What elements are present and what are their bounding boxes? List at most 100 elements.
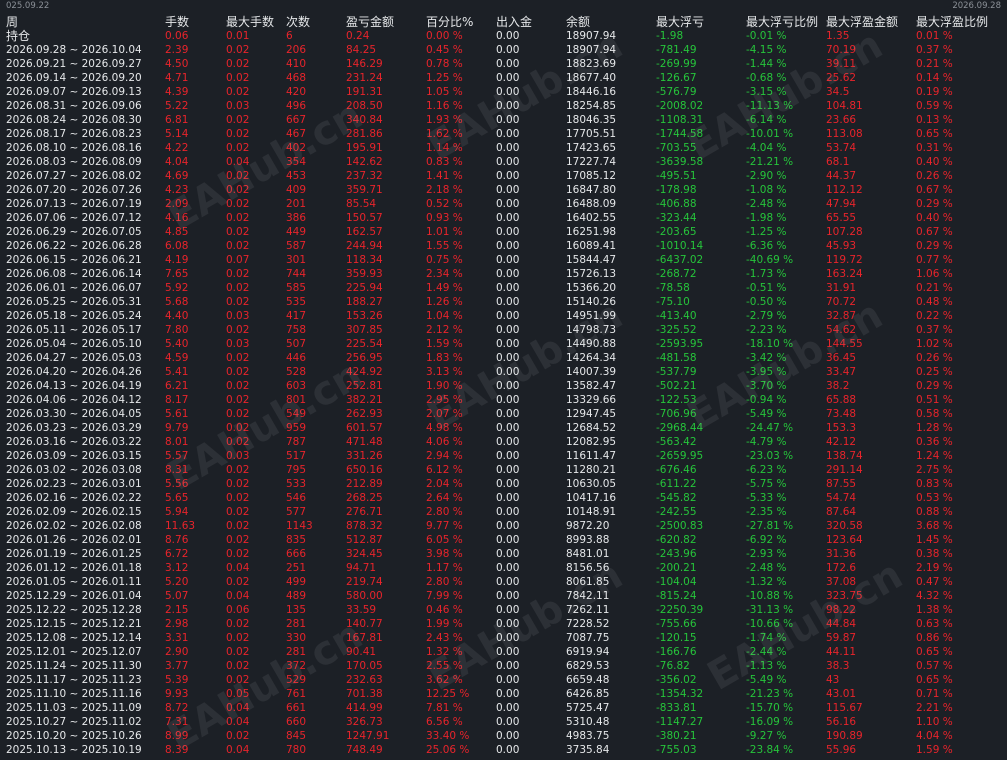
cell-deposit: 0.00	[496, 170, 520, 182]
cell-balance: 12947.45	[566, 408, 617, 420]
cell-max-float-profit-ratio: 1.06 %	[916, 268, 953, 280]
cell-max-float-loss-ratio: -1.73 %	[746, 268, 787, 280]
cell-max-float-profit: 39.11	[826, 58, 857, 70]
cell-percent: 1.05 %	[426, 86, 463, 98]
cell-deposit: 0.00	[496, 114, 520, 126]
table-row: 2026.07.06 ~ 2026.07.12 4.16 0.02 386 150.57…	[0, 211, 1007, 225]
cell-max-float-loss-ratio: -2.44 %	[746, 646, 787, 658]
cell-percent: 0.83 %	[426, 156, 463, 168]
cell-deposit: 0.00	[496, 184, 520, 196]
cell-max-float-loss: -104.04	[656, 576, 697, 588]
cell-max-float-profit-ratio: 0.13 %	[916, 114, 953, 126]
cell-deposit: 0.00	[496, 716, 520, 728]
cell-max-float-loss: -502.21	[656, 380, 697, 392]
cell-week: 2026.09.28 ~ 2026.10.04	[6, 44, 142, 56]
cell-max-float-profit-ratio: 0.63 %	[916, 618, 953, 630]
cell-balance: 5310.48	[566, 716, 610, 728]
cell-max-float-loss: -481.58	[656, 352, 697, 364]
cell-balance: 8156.56	[566, 562, 610, 574]
cell-max-lots: 0.02	[226, 674, 250, 686]
cell-count: 533	[286, 478, 307, 490]
table-row: 2026.07.20 ~ 2026.07.26 4.23 0.02 409 359.71…	[0, 183, 1007, 197]
cell-max-float-profit: 59.87	[826, 632, 857, 644]
header-week: 周	[6, 15, 19, 29]
cell-max-lots: 0.03	[226, 310, 250, 322]
cell-count: 585	[286, 282, 307, 294]
cell-max-float-loss: -706.96	[656, 408, 697, 420]
cell-week: 2026.09.21 ~ 2026.09.27	[6, 58, 142, 70]
cell-lots: 6.21	[165, 380, 189, 392]
cell-count: 467	[286, 128, 307, 140]
cell-pnl: 85.54	[346, 198, 377, 210]
cell-balance: 15844.47	[566, 254, 617, 266]
cell-pnl: 146.29	[346, 58, 383, 70]
cell-pnl: 268.25	[346, 492, 383, 504]
cell-count: 667	[286, 114, 307, 126]
cell-max-lots: 0.02	[226, 478, 250, 490]
cell-percent: 33.40 %	[426, 730, 470, 742]
cell-max-float-loss: -537.79	[656, 366, 697, 378]
cell-max-float-loss: -203.65	[656, 226, 697, 238]
table-row: 2026.02.16 ~ 2026.02.22 5.65 0.02 546 268.25…	[0, 491, 1007, 505]
cell-max-lots: 0.02	[226, 366, 250, 378]
cell-max-float-profit-ratio: 0.19 %	[916, 86, 953, 98]
cell-deposit: 0.00	[496, 408, 520, 420]
cell-week: 2025.10.20 ~ 2025.10.26	[6, 730, 142, 742]
table-row: 2026.05.04 ~ 2026.05.10 5.40 0.03 507 225.54…	[0, 337, 1007, 351]
cell-percent: 2.04 %	[426, 478, 463, 490]
cell-max-lots: 0.02	[226, 632, 250, 644]
cell-count: 666	[286, 548, 307, 560]
cell-deposit: 0.00	[496, 646, 520, 658]
table-header: 周 手数 最大手数 次数 盈亏金额 百分比% 出入金 余额 最大浮亏 最大浮亏比例 最大浮盈金额 最大…	[0, 15, 1007, 29]
cell-percent: 3.62 %	[426, 674, 463, 686]
cell-percent: 0.46 %	[426, 604, 463, 616]
cell-max-float-profit: 31.36	[826, 548, 857, 560]
cell-week: 2026.02.16 ~ 2026.02.22	[6, 492, 142, 504]
cell-percent: 0.93 %	[426, 212, 463, 224]
cell-max-lots: 0.02	[226, 436, 250, 448]
cell-count: 546	[286, 492, 307, 504]
header-lots: 手数	[165, 15, 190, 29]
cell-max-float-profit: 37.08	[826, 576, 857, 588]
table-row: 2026.08.10 ~ 2026.08.16 4.22 0.02 402 195.91…	[0, 141, 1007, 155]
cell-max-float-loss-ratio: -5.49 %	[746, 408, 787, 420]
cell-max-lots: 0.02	[226, 184, 250, 196]
header-balance: 余额	[566, 15, 591, 29]
cell-percent: 2.94 %	[426, 450, 463, 462]
cell-lots: 4.59	[165, 352, 189, 364]
cell-week: 2025.10.27 ~ 2025.11.02	[6, 716, 142, 728]
cell-week: 2026.06.01 ~ 2026.06.07	[6, 282, 142, 294]
table-row: 2026.07.13 ~ 2026.07.19 2.09 0.02 201 85.54 0…	[0, 197, 1007, 211]
cell-count: 281	[286, 618, 307, 630]
holding-balance: 18907.94	[566, 30, 617, 42]
cell-balance: 16847.80	[566, 184, 617, 196]
cell-percent: 1.32 %	[426, 646, 463, 658]
cell-max-float-loss: -1010.14	[656, 240, 704, 252]
cell-percent: 1.93 %	[426, 114, 463, 126]
cell-max-float-loss-ratio: -6.36 %	[746, 240, 787, 252]
cell-count: 835	[286, 534, 307, 546]
table-row: 2026.03.02 ~ 2026.03.08 8.31 0.02 795 650.16…	[0, 463, 1007, 477]
cell-lots: 8.99	[165, 730, 189, 742]
cell-lots: 5.61	[165, 408, 189, 420]
table-row: 2026.02.09 ~ 2026.02.15 5.94 0.02 577 276.71…	[0, 505, 1007, 519]
header-max-float-loss-ratio: 最大浮亏比例	[746, 15, 819, 29]
cell-max-float-loss-ratio: -3.42 %	[746, 352, 787, 364]
table-row: 2026.03.16 ~ 2026.03.22 8.01 0.02 787 471.48…	[0, 435, 1007, 449]
cell-count: 496	[286, 100, 307, 112]
cell-deposit: 0.00	[496, 156, 520, 168]
cell-count: 529	[286, 674, 307, 686]
cell-pnl: 33.59	[346, 604, 377, 616]
cell-percent: 1.62 %	[426, 128, 463, 140]
holding-percent: 0.00 %	[426, 30, 463, 42]
table-row: 2026.01.05 ~ 2026.01.11 5.20 0.02 499 219.74…	[0, 575, 1007, 589]
holding-max-lots: 0.01	[226, 30, 250, 42]
cell-max-lots: 0.02	[226, 464, 250, 476]
cell-pnl: 208.50	[346, 100, 383, 112]
cell-max-float-loss-ratio: -2.23 %	[746, 324, 787, 336]
cell-week: 2026.05.04 ~ 2026.05.10	[6, 338, 142, 350]
holding-max-float-loss-ratio: -0.01 %	[746, 30, 787, 42]
cell-max-float-loss-ratio: -21.23 %	[746, 688, 794, 700]
cell-pnl: 225.54	[346, 338, 383, 350]
cell-max-lots: 0.02	[226, 408, 250, 420]
